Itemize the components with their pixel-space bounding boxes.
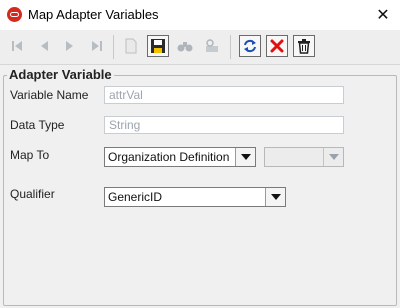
window-title: Map Adapter Variables xyxy=(28,7,159,22)
map-to-label: Map To xyxy=(10,148,50,162)
last-record-button[interactable] xyxy=(86,35,108,57)
chevron-down-icon[interactable] xyxy=(265,188,285,206)
find-button[interactable] xyxy=(174,35,196,57)
chevron-down-icon[interactable] xyxy=(235,148,255,166)
save-button[interactable] xyxy=(147,35,169,57)
first-record-button[interactable] xyxy=(6,35,28,57)
new-button[interactable] xyxy=(120,35,142,57)
trash-button[interactable] xyxy=(293,35,315,57)
chevron-down-icon[interactable] xyxy=(323,148,343,166)
map-to-select[interactable]: Organization Definition xyxy=(104,147,256,167)
last-icon xyxy=(92,41,102,51)
query-button[interactable] xyxy=(201,35,223,57)
trash-icon xyxy=(298,39,310,54)
refresh-button[interactable] xyxy=(239,35,261,57)
map-to-value: Organization Definition xyxy=(108,150,230,164)
previous-icon xyxy=(41,41,48,51)
query-icon xyxy=(206,39,218,52)
delete-button[interactable] xyxy=(266,35,288,57)
title-bar: Map Adapter Variables ✕ xyxy=(0,0,400,30)
variable-name-field[interactable]: attrVal xyxy=(104,86,344,104)
toolbar-separator xyxy=(230,35,231,59)
variable-name-label: Variable Name xyxy=(10,88,89,102)
data-type-label: Data Type xyxy=(10,118,65,132)
previous-record-button[interactable] xyxy=(33,35,55,57)
binoculars-icon xyxy=(177,42,193,52)
next-icon xyxy=(66,41,73,51)
first-icon xyxy=(12,41,22,51)
refresh-icon xyxy=(244,39,256,53)
map-to-secondary-select[interactable] xyxy=(264,147,344,167)
close-icon: ✕ xyxy=(376,7,390,24)
toolbar-separator xyxy=(113,35,114,59)
red-x-icon xyxy=(270,39,284,53)
qualifier-select[interactable]: GenericID xyxy=(104,187,286,207)
new-document-icon xyxy=(125,38,137,54)
toolbar xyxy=(0,30,400,65)
oracle-logo-icon xyxy=(7,7,22,22)
close-button[interactable]: ✕ xyxy=(366,0,400,30)
next-record-button[interactable] xyxy=(59,35,81,57)
section-title: Adapter Variable xyxy=(7,67,114,82)
qualifier-label: Qualifier xyxy=(10,187,55,201)
qualifier-value: GenericID xyxy=(108,190,163,204)
data-type-field[interactable]: String xyxy=(104,116,344,134)
floppy-disk-icon xyxy=(151,39,165,53)
